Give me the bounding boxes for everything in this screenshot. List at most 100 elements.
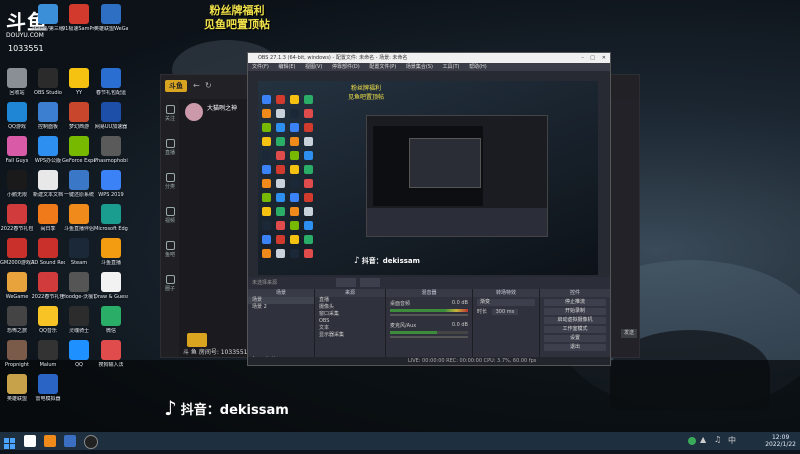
source-item[interactable]: 摄像头 [315, 304, 385, 311]
desktop-icon[interactable]: 回收站 [0, 68, 34, 96]
tray-network-icon[interactable]: ▲ [700, 435, 712, 447]
desktop-icon[interactable]: 小鹅无限 [0, 170, 34, 198]
volume-slider[interactable] [390, 314, 468, 316]
app-icon [101, 340, 121, 360]
maximize-icon[interactable]: □ [590, 53, 595, 63]
menu-scene-collection[interactable]: 场景集合(S) [406, 64, 433, 70]
desktop-icon[interactable]: Phasmophobia [94, 136, 128, 164]
menu-file[interactable]: 文件(F) [252, 64, 269, 70]
preview-desktop-icon [276, 151, 285, 160]
desktop-icon[interactable]: 春节礼包配运 [94, 68, 128, 96]
filters-button[interactable] [360, 278, 380, 287]
gift-icon[interactable] [187, 333, 207, 347]
scene-item[interactable]: 场景 [248, 297, 314, 304]
sidebar-item-circle[interactable]: 圈子 [161, 275, 179, 303]
desktop-icon[interactable]: 2022春节礼包 [0, 204, 34, 232]
sidebar-item-video[interactable]: 视频 [161, 207, 179, 235]
file-explorer-icon[interactable] [24, 435, 36, 447]
desktop-icon[interactable]: 恐怖之旅 [0, 306, 34, 334]
desktop-icon[interactable]: Steam [62, 238, 96, 266]
preview-fan-banner: 粉丝牌福利 见鱼吧置顶帖 [348, 83, 384, 101]
desktop-icon[interactable]: 网易UU加速器 [94, 102, 128, 130]
send-button[interactable]: 发送 [621, 329, 637, 338]
desktop-icon[interactable]: WPS办公版 [31, 136, 65, 164]
desktop-icon[interactable]: QQ [62, 340, 96, 368]
refresh-icon[interactable]: ↻ [205, 81, 212, 90]
desktop-icon[interactable]: 闹日季 [31, 204, 65, 232]
taskbar-clock[interactable]: 12:09 2022/1/22 [765, 434, 796, 448]
douyu-sidebar: 关注 直播 分类 视频 鱼吧 圈子 [161, 99, 179, 357]
sidebar-item-yuba[interactable]: 鱼吧 [161, 241, 179, 269]
settings-button[interactable]: 设置 [544, 335, 606, 342]
desktop-icon[interactable]: OBS Studio [31, 68, 65, 96]
menu-docks[interactable]: 停靠部件(D) [332, 64, 360, 70]
tray-shield-icon[interactable] [688, 437, 696, 445]
desktop-icon[interactable]: 英雄联盟 [0, 374, 34, 402]
windows-start-icon[interactable] [4, 435, 16, 449]
stop-streaming-button[interactable]: 停止推流 [544, 299, 606, 306]
duration-input[interactable]: 300 ms [491, 309, 519, 315]
steam-taskbar-icon[interactable] [64, 435, 76, 447]
menu-view[interactable]: 视图(V) [305, 64, 322, 70]
close-icon[interactable]: ✕ [602, 53, 606, 63]
douyu-taskbar-icon[interactable] [44, 435, 56, 447]
desktop-icon[interactable]: 斗鱼直播 [94, 238, 128, 266]
tiktok-icon: ♪ [354, 256, 360, 266]
desktop-icon[interactable]: WeGame [0, 272, 34, 300]
desktop-icon[interactable]: Hoodge-沃檀艺术 [62, 272, 96, 300]
source-item[interactable]: OBS [315, 318, 385, 325]
desktop-icon[interactable]: AD Sound Recorder [31, 238, 65, 266]
desktop-icon[interactable]: 英雄联盟WeGame版 [94, 4, 128, 32]
desktop-icon[interactable]: 控制面板 [31, 102, 65, 130]
source-item[interactable]: 文本 [315, 325, 385, 332]
exit-button[interactable]: 退出 [544, 344, 606, 351]
menu-profile[interactable]: 配置文件(P) [369, 64, 396, 70]
obs-taskbar-icon[interactable] [84, 435, 98, 449]
properties-button[interactable] [336, 278, 356, 287]
obs-titlebar: OBS 27.1.3 (64-bit, windows) - 配置文件: 未命名… [248, 53, 610, 63]
obs-preview[interactable]: 粉丝牌福利 见鱼吧置顶帖 ♪ 抖音：dekissam [258, 81, 598, 275]
menu-help[interactable]: 帮助(H) [469, 64, 487, 70]
desktop-icon[interactable]: 斗鱼直播伴侣 [62, 204, 96, 232]
desktop-icon[interactable]: Propnight [0, 340, 34, 368]
virtual-camera-button[interactable]: 启动虚拟摄像机 [544, 317, 606, 324]
transition-type-select[interactable]: 渐变 [477, 299, 535, 306]
desktop-icon[interactable]: QQ音乐 [31, 306, 65, 334]
source-item[interactable]: 直播 [315, 297, 385, 304]
desktop-icon[interactable]: Draw & Guess [94, 272, 128, 300]
desktop-icon[interactable]: 雷电模拟器 [31, 374, 65, 402]
sidebar-item-follow[interactable]: 关注 [161, 105, 179, 133]
desktop-icon[interactable]: 搜狗输入法 [94, 340, 128, 368]
studio-mode-button[interactable]: 工作室模式 [544, 326, 606, 333]
desktop-icon[interactable]: Microsoft Edge [94, 204, 128, 232]
desktop-icon[interactable]: 91极速SamPro机器 [62, 4, 96, 32]
desktop-icon[interactable]: WPS 2019 [94, 170, 128, 198]
sidebar-item-category[interactable]: 分类 [161, 173, 179, 201]
desktop-icon[interactable]: 梦幻西游 [62, 102, 96, 130]
start-recording-button[interactable]: 开始录制 [544, 308, 606, 315]
minimize-icon[interactable]: – [582, 53, 585, 63]
desktop-icon[interactable]: 新建文本文档 [31, 170, 65, 198]
desktop-icon[interactable]: GeForce Experience [62, 136, 96, 164]
desktop-icon[interactable]: YY [62, 68, 96, 96]
desktop-icon[interactable]: 2022春节礼包 [31, 272, 65, 300]
sidebar-item-live[interactable]: 直播 [161, 139, 179, 167]
desktop-icon[interactable]: 此电脑/第三组 [31, 4, 65, 32]
desktop-icon[interactable]: 一键还原系统 [62, 170, 96, 198]
desktop-icon[interactable]: 灵魂骑士 [62, 306, 96, 334]
source-item[interactable]: 显示器采集 [315, 332, 385, 339]
back-arrow-icon[interactable]: ← [193, 81, 200, 90]
desktop-icon[interactable]: 微信 [94, 306, 128, 334]
streamer-avatar[interactable] [185, 103, 203, 121]
desktop-icon[interactable]: Malum [31, 340, 65, 368]
desktop-icon[interactable]: GM2000游戏工具 [0, 238, 34, 266]
desktop-icon[interactable]: QQ游戏 [0, 102, 34, 130]
tray-volume-icon[interactable]: ♫ [714, 435, 726, 447]
source-item[interactable]: 窗口采集 [315, 311, 385, 318]
desktop-icon[interactable]: Fall Guys [0, 136, 34, 164]
menu-tools[interactable]: 工具(T) [443, 64, 460, 70]
tray-ime-icon[interactable]: 中 [728, 435, 740, 447]
scene-item[interactable]: 场景 2 [248, 304, 314, 311]
volume-slider[interactable] [390, 336, 468, 338]
menu-edit[interactable]: 编辑(E) [278, 64, 295, 70]
